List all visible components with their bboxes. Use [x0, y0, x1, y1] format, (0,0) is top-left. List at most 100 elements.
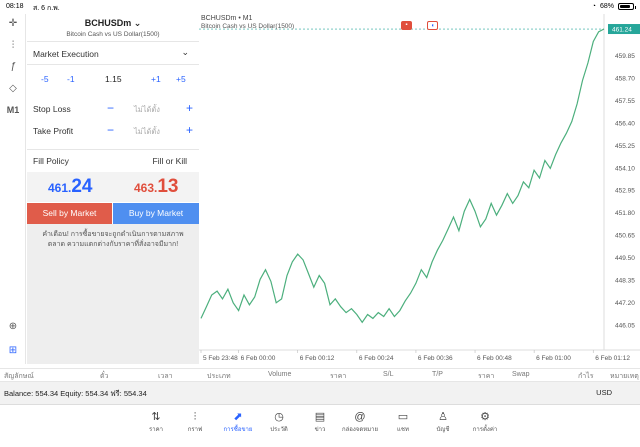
- timeframe-button[interactable]: M1: [5, 102, 21, 118]
- history-icon: ◷: [274, 411, 284, 423]
- price-display: 461.24 463.13: [27, 172, 199, 202]
- tab-mailbox[interactable]: @ กล่องจดหมาย: [340, 410, 380, 434]
- positions-column-header[interactable]: ประเภท: [207, 371, 231, 382]
- chart-description: Bitcoin Cash vs US Dollar(1500): [201, 23, 295, 30]
- price-tick-label: 449.50: [615, 255, 635, 262]
- price-tick-label: 459.85: [615, 53, 635, 60]
- status-bar: 08:18 ส. 6 ก.พ. ◔ 68%: [0, 0, 640, 14]
- current-price-label: 461.24: [612, 27, 632, 34]
- tab-charts[interactable]: ⫶ กราฟ: [175, 410, 215, 434]
- time-tick-label: 6 Feb 01:12: [595, 355, 630, 362]
- settings-icon: ⚙: [480, 411, 490, 423]
- take-profit-plus-button[interactable]: +: [186, 123, 193, 137]
- volume-stepper: -5 -1 1.15 +1 +5: [27, 70, 199, 90]
- volume-minus1-button[interactable]: -1: [67, 74, 75, 84]
- stop-loss-plus-button[interactable]: +: [186, 101, 193, 115]
- indicator-badge-red[interactable]: ▪: [401, 21, 412, 30]
- positions-column-header[interactable]: ตั๋ว: [100, 371, 108, 382]
- sell-by-market-button[interactable]: Sell by Market: [27, 203, 112, 224]
- stop-loss-input[interactable]: ไม่ได้ตั้ง: [134, 104, 160, 116]
- balance-text: Balance: 554.34 Equity: 554.34 ฟรี: 554.…: [4, 389, 147, 398]
- tab-accounts[interactable]: ♙ บัญชี: [423, 410, 463, 434]
- price-tick-label: 451.80: [615, 210, 635, 217]
- status-time: 08:18: [6, 3, 24, 10]
- status-date: ส. 6 ก.พ.: [33, 5, 60, 12]
- stop-loss-row: Stop Loss − ไม่ได้ตั้ง +: [27, 100, 199, 124]
- take-profit-minus-button[interactable]: −: [107, 123, 114, 137]
- symbol-description: Bitcoin Cash vs US Dollar(1500): [66, 31, 160, 38]
- symbol-name: BCHUSDm: [84, 18, 132, 28]
- time-tick-label: 6 Feb 01:00: [536, 355, 571, 362]
- positions-column-header[interactable]: กำไร: [578, 371, 593, 382]
- positions-column-header[interactable]: หมายเหตุ: [610, 371, 639, 382]
- indicator-badge-blue[interactable]: ◖: [427, 21, 438, 30]
- volume-minus5-button[interactable]: -5: [41, 74, 49, 84]
- news-icon: ▤: [314, 411, 326, 423]
- mailbox-icon: @: [354, 411, 366, 423]
- chart-canvas: 459.85 458.70 457.55 456.40 455.25 454.10 452.…: [199, 14, 640, 362]
- trade-icon: ⬈: [233, 411, 243, 423]
- bottom-tab-bar: ⇅ ราคา ⫶ กราฟ ⬈ การซื้อขาย ◷ ประวัติ ▤ ข่าว @ กล่อง…: [0, 404, 640, 447]
- tab-label: กล่องจดหมาย: [341, 427, 379, 433]
- tab-quotes[interactable]: ⇅ ราคา: [136, 410, 176, 434]
- order-panel: BCHUSDm ⌄ Bitcoin Cash vs US Dollar(1500…: [27, 14, 199, 364]
- ask-price: 463.13: [134, 176, 179, 197]
- tab-label: แชท: [397, 427, 409, 433]
- positions-column-header[interactable]: ราคา: [330, 371, 346, 382]
- positions-column-header[interactable]: Volume: [268, 371, 291, 378]
- positions-column-header[interactable]: สัญลักษณ์: [4, 371, 34, 382]
- price-tick-label: 447.20: [615, 300, 635, 307]
- time-tick-label: 6 Feb 00:36: [418, 355, 453, 362]
- charts-icon: ⫶: [193, 411, 197, 423]
- chart-toolbar: ✛ ⫶ ƒ ◇ M1 ⊕ ⊞: [0, 14, 26, 364]
- price-tick-label: 457.55: [615, 98, 635, 105]
- app-root: 08:18 ส. 6 ก.พ. ◔ 68% ✛ ⫶ ƒ ◇ M1 ⊕ ⊞ BCH…: [0, 0, 640, 447]
- tab-label: ข่าว: [314, 427, 326, 433]
- price-tick-label: 454.10: [615, 165, 635, 172]
- positions-column-header[interactable]: T/P: [432, 371, 443, 378]
- positions-column-header[interactable]: ราคา: [478, 371, 494, 382]
- battery-icon: [618, 3, 636, 10]
- stop-loss-label: Stop Loss: [33, 104, 71, 114]
- tab-history[interactable]: ◷ ประวัติ: [259, 410, 299, 434]
- market-warning: คำเตือน! การซื้อขายจะถูกดำเนินการตามสภาพ…: [27, 224, 199, 364]
- positions-column-header[interactable]: S/L: [383, 371, 394, 378]
- fill-policy-row[interactable]: Fill Policy Fill or Kill: [27, 149, 199, 173]
- crosshair-icon[interactable]: ✛: [5, 16, 21, 32]
- tab-news[interactable]: ▤ ข่าว: [300, 410, 340, 434]
- stop-loss-minus-button[interactable]: −: [107, 101, 114, 115]
- tab-label: กราฟ: [187, 427, 203, 433]
- volume-plus1-button[interactable]: +1: [151, 74, 161, 84]
- tab-chat[interactable]: ▭ แชท: [383, 410, 423, 434]
- volume-plus5-button[interactable]: +5: [176, 74, 186, 84]
- symbol-selector[interactable]: BCHUSDm ⌄ Bitcoin Cash vs US Dollar(1500…: [27, 14, 199, 42]
- objects-icon[interactable]: ◇: [5, 81, 21, 97]
- price-tick-label: 455.25: [615, 143, 635, 150]
- wifi-icon: ◔: [591, 3, 596, 10]
- positions-header: สัญลักษณ์ ตั๋ว เวลา ประเภท Volume ราคา S/L T/P ร…: [0, 368, 640, 382]
- chart-title: BCHUSDm • M1: [201, 15, 253, 22]
- price-chart[interactable]: BCHUSDm • M1 Bitcoin Cash vs US Dollar(1…: [199, 14, 640, 368]
- take-profit-input[interactable]: ไม่ได้ตั้ง: [134, 126, 160, 138]
- tab-settings[interactable]: ⚙ การตั้งค่า: [465, 410, 505, 434]
- positions-column-header[interactable]: เวลา: [158, 371, 173, 382]
- time-tick-label: 6 Feb 00:48: [477, 355, 512, 362]
- time-tick-label: 6 Feb 00:24: [359, 355, 394, 362]
- positions-column-header[interactable]: Swap: [512, 371, 530, 378]
- candles-icon[interactable]: ⫶: [5, 38, 21, 54]
- time-tick-label: 6 Feb 00:00: [241, 355, 276, 362]
- volume-value[interactable]: 1.15: [105, 74, 122, 84]
- fill-policy-label: Fill Policy: [33, 156, 69, 166]
- tab-label: การตั้งค่า: [472, 427, 498, 433]
- accounts-icon: ♙: [438, 411, 448, 423]
- tab-trade[interactable]: ⬈ การซื้อขาย: [218, 410, 258, 434]
- indicators-icon[interactable]: ƒ: [5, 59, 21, 75]
- execution-type-select[interactable]: Market Execution ⌄: [27, 41, 199, 65]
- tab-label: การซื้อขาย: [223, 427, 253, 433]
- zoom-icon[interactable]: ⊕: [5, 319, 21, 335]
- status-right: ◔ 68%: [591, 3, 636, 10]
- price-tick-label: 452.95: [615, 188, 635, 195]
- take-profit-row: Take Profit − ไม่ได้ตั้ง +: [27, 122, 199, 146]
- buy-by-market-button[interactable]: Buy by Market: [113, 203, 199, 224]
- new-order-icon[interactable]: ⊞: [5, 343, 21, 359]
